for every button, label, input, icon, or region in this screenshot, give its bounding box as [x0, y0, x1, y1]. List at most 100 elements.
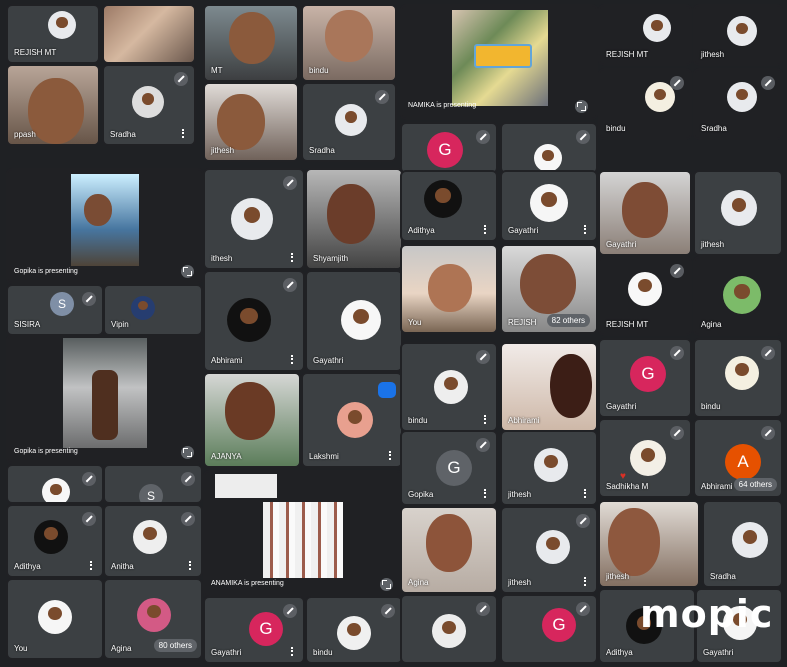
muted-mic-icon — [82, 292, 96, 306]
participant-tile-sradha-2[interactable]: Sradha — [303, 84, 395, 160]
participant-video-jithesh[interactable]: jithesh — [205, 84, 297, 160]
presentation-tile-gopika-2[interactable]: Gopika is presenting — [8, 336, 202, 462]
participant-video-jithesh-bottom[interactable]: jithesh — [600, 502, 698, 586]
participant-tile-ithesh[interactable]: ithesh — [205, 170, 303, 268]
participant-tile-gayathri-4[interactable]: G Gayathri — [205, 598, 303, 662]
participant-video-ajanya[interactable]: AJANYA — [205, 374, 299, 466]
more-options-icon[interactable] — [484, 225, 488, 234]
participant-name: bindu — [606, 124, 626, 133]
participant-tile-g[interactable]: G — [402, 124, 496, 172]
more-options-icon[interactable] — [484, 489, 488, 498]
expand-icon[interactable] — [181, 446, 194, 459]
participant-tile-sadhikha[interactable]: Sadhikha M ♥ — [600, 420, 690, 496]
participant-tile-abhirami[interactable]: Abhirami — [205, 272, 303, 370]
expand-icon[interactable] — [181, 265, 194, 278]
presentation-tile-namika[interactable]: NAMIKA is presenting — [402, 6, 596, 118]
others-count-badge[interactable]: 64 others — [733, 478, 777, 491]
participant-tile-small-2[interactable]: S — [105, 466, 201, 502]
participant-tile-bindu-2[interactable]: bindu — [402, 344, 496, 430]
participant-tile-rejish[interactable]: REJISH MT — [8, 6, 98, 62]
participant-tile-bindu-4[interactable]: bindu — [307, 598, 401, 662]
participant-tile-agina-2[interactable]: Agina 80 others — [105, 580, 201, 658]
participant-tile-sradha-right[interactable]: Sradha — [695, 70, 781, 138]
participant-tile-sradha-bottom[interactable]: Sradha — [704, 502, 781, 586]
participant-tile-you[interactable]: You — [8, 580, 102, 658]
participant-tile-jithesh-3[interactable]: jithesh — [502, 432, 596, 504]
participant-name: jithesh — [508, 490, 532, 499]
participant-tile-adithya-2[interactable]: Adithya — [8, 506, 102, 576]
participant-tile-adithya[interactable]: Adithya — [402, 172, 496, 240]
more-options-icon[interactable] — [584, 225, 588, 234]
profile-photo — [337, 402, 373, 438]
muted-mic-icon — [670, 76, 684, 90]
others-count-badge[interactable]: 82 others — [546, 314, 590, 327]
expand-icon[interactable] — [380, 578, 393, 591]
participant-tile-anitha[interactable]: Anitha — [105, 506, 201, 576]
participant-video-gayathri[interactable]: Gayathri — [600, 172, 690, 254]
participant-video-abhirami[interactable]: Abhirami — [502, 344, 596, 430]
participant-name: Adithya — [14, 562, 41, 571]
participant-tile-gayathri-3[interactable]: G Gayathri — [600, 340, 690, 416]
participant-tile-abhirami-2[interactable]: A Abhirami 64 others — [695, 420, 781, 496]
participant-tile-sisira[interactable]: S SISIRA — [8, 286, 102, 334]
avatar: G — [249, 612, 283, 646]
presentation-tile-anamika[interactable]: ANAMIKA is presenting — [205, 472, 401, 596]
participant-tile-lakshmi[interactable]: Lakshmi — [303, 374, 401, 466]
participant-name: Abhirami — [508, 416, 540, 425]
participant-video-you[interactable]: You — [402, 246, 496, 332]
participant-tile-rejish-3[interactable]: REJISH MT — [600, 258, 690, 334]
participant-tile-jithesh-right[interactable]: jithesh — [695, 6, 781, 64]
participant-video-man-top[interactable]: MT — [205, 6, 297, 80]
participant-tile-jithesh-4[interactable]: jithesh — [502, 508, 596, 592]
more-options-icon[interactable] — [291, 355, 295, 364]
profile-photo — [536, 530, 570, 564]
participant-name: Sradha — [701, 124, 727, 133]
more-options-icon[interactable] — [189, 561, 193, 570]
participant-video-prakash[interactable]: ppash — [8, 66, 98, 144]
profile-photo — [132, 86, 164, 118]
participant-tile-jithesh-2[interactable]: jithesh — [695, 172, 781, 254]
profile-photo — [727, 16, 757, 46]
participant-tile-bindu-3[interactable]: bindu — [695, 340, 781, 416]
profile-photo — [341, 300, 381, 340]
participant-face — [217, 94, 265, 150]
participant-tile-gopika[interactable]: G Gopika — [402, 432, 496, 504]
participant-tile-small-1[interactable] — [8, 466, 102, 502]
more-options-icon[interactable] — [389, 451, 393, 460]
participant-video-shyamjith[interactable]: Shyamjith — [307, 170, 401, 268]
more-options-icon[interactable] — [584, 577, 588, 586]
avatar: A — [725, 444, 761, 480]
participant-tile-top-right-group[interactable] — [502, 124, 596, 172]
more-options-icon[interactable] — [291, 647, 295, 656]
profile-photo — [721, 190, 757, 226]
more-options-icon[interactable] — [584, 489, 588, 498]
presentation-tile-gopika[interactable]: Gopika is presenting — [8, 170, 202, 282]
participant-video-agina[interactable]: Agina — [402, 508, 496, 592]
more-options-icon[interactable] — [291, 253, 295, 262]
participant-video-bindu[interactable]: bindu — [303, 6, 395, 80]
participant-video-rejish[interactable]: REJISH 82 others — [502, 246, 596, 332]
participant-tile-gayathri-2[interactable]: Gayathri — [307, 272, 401, 370]
participant-tile-rejish-right[interactable]: REJISH MT — [600, 6, 690, 64]
participant-name: Agina — [408, 578, 429, 587]
participant-tile-bindu-right[interactable]: bindu — [600, 70, 690, 138]
muted-mic-icon — [670, 346, 684, 360]
more-options-icon[interactable] — [484, 415, 488, 424]
muted-mic-icon — [670, 264, 684, 278]
more-options-icon[interactable] — [90, 561, 94, 570]
participant-tile-agina[interactable]: Agina — [695, 258, 781, 334]
participant-tile-vipin[interactable]: Vipin — [105, 286, 201, 334]
participant-tile-g-bottom[interactable]: G — [502, 596, 596, 662]
participant-tile-bindu-5[interactable] — [402, 596, 496, 662]
participant-video-woman-top[interactable] — [104, 6, 194, 62]
participant-name: jithesh — [701, 240, 725, 249]
participant-tile-gayathri[interactable]: Gayathri — [502, 172, 596, 240]
muted-mic-icon — [174, 72, 188, 86]
expand-icon[interactable] — [575, 100, 588, 113]
avatar: S — [50, 292, 74, 316]
others-count-badge[interactable]: 80 others — [153, 639, 197, 652]
profile-photo — [727, 82, 757, 112]
more-options-icon[interactable] — [182, 129, 186, 138]
participant-tile-sradha[interactable]: Sradha — [104, 66, 194, 144]
participant-name: Abhirami — [211, 356, 243, 365]
